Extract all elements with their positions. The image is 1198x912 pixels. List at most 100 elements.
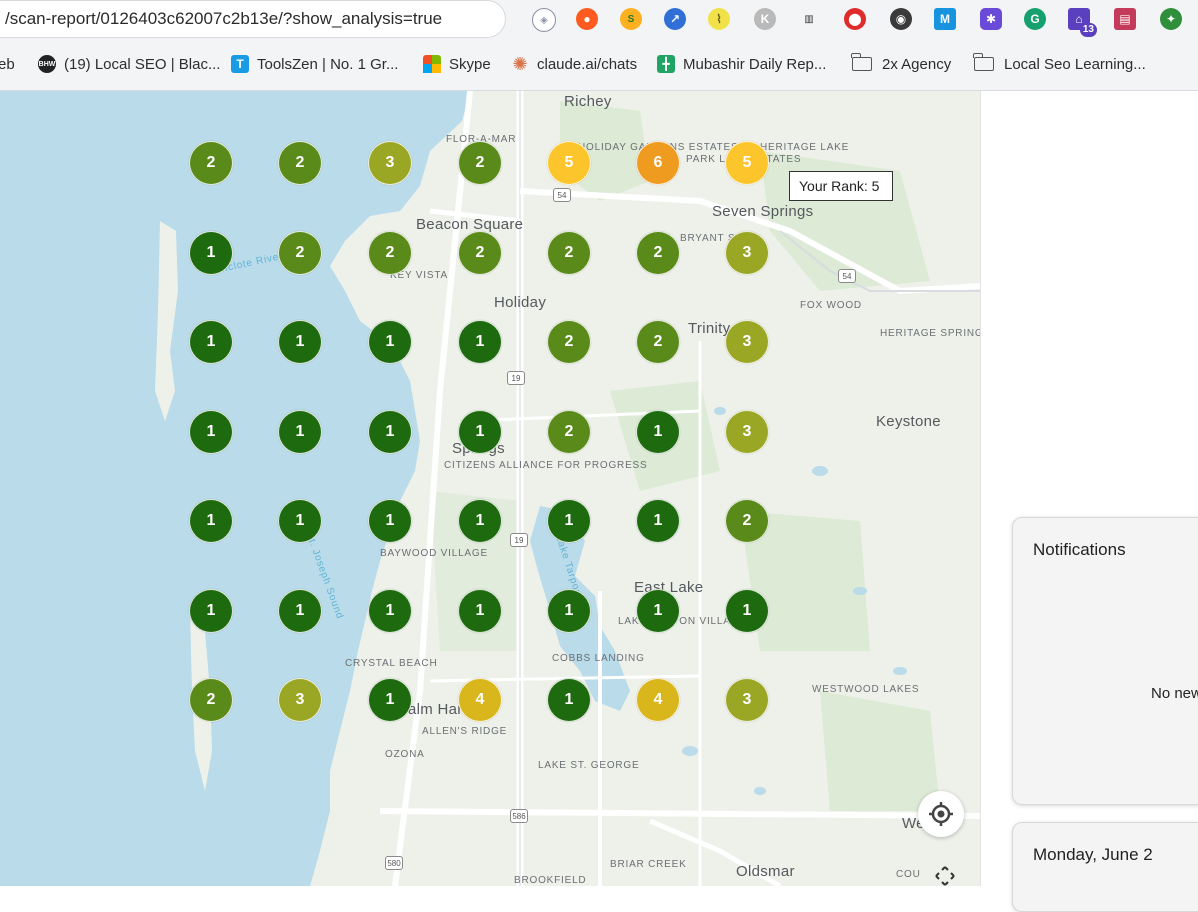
presentation-extension-icon[interactable]: ▤: [1114, 8, 1136, 30]
rank-tooltip: Your Rank: 5: [789, 171, 893, 201]
rank-marker[interactable]: 1: [547, 589, 591, 633]
place-label: WESTWOOD LAKES: [812, 684, 920, 695]
bookmark-folder[interactable]: Local Seo Learning...: [973, 53, 1146, 74]
globe-extension-icon[interactable]: ✦: [1160, 8, 1182, 30]
rank-marker[interactable]: 1: [368, 678, 412, 722]
rank-marker[interactable]: 2: [636, 231, 680, 275]
windows-logo-icon: [423, 55, 441, 73]
place-label: HERITAGE SPRINGS: [880, 328, 980, 339]
place-label: COU: [896, 869, 921, 880]
bookmark-item[interactable]: eb: [0, 54, 15, 74]
rank-marker[interactable]: 1: [278, 410, 322, 454]
reddit-extension-icon[interactable]: ●: [576, 8, 598, 30]
rank-marker[interactable]: 1: [189, 410, 233, 454]
rank-marker[interactable]: 2: [547, 410, 591, 454]
bookmark-label: 2x Agency: [882, 55, 952, 73]
rank-marker[interactable]: 3: [725, 231, 769, 275]
rank-marker[interactable]: 2: [458, 141, 502, 185]
rank-marker[interactable]: 2: [547, 320, 591, 364]
notifications-card: Notifications No new: [1012, 517, 1198, 805]
bookmark-item[interactable]: T ToolsZen | No. 1 Gr...: [231, 54, 398, 74]
rank-marker[interactable]: 2: [189, 141, 233, 185]
rank-marker[interactable]: 2: [189, 678, 233, 722]
rank-marker[interactable]: 1: [368, 589, 412, 633]
scanner-extension-icon[interactable]: ◉: [890, 8, 912, 30]
grammarly-extension-icon[interactable]: G: [1024, 8, 1046, 30]
rank-marker[interactable]: 1: [189, 589, 233, 633]
rank-marker[interactable]: 2: [368, 231, 412, 275]
place-label: alm Har: [408, 701, 463, 718]
rank-marker[interactable]: 4: [636, 678, 680, 722]
rank-marker[interactable]: 1: [636, 589, 680, 633]
rank-marker[interactable]: 1: [189, 320, 233, 364]
gear-extension-icon[interactable]: ✱: [980, 8, 1002, 30]
bookmark-item[interactable]: BHW (19) Local SEO | Blac...: [38, 54, 220, 74]
fullscreen-button[interactable]: [928, 861, 962, 886]
road-shield: 586: [510, 809, 528, 823]
road-shield: 54: [838, 269, 856, 283]
rank-marker[interactable]: 1: [368, 410, 412, 454]
rank-marker[interactable]: 2: [547, 231, 591, 275]
rank-marker[interactable]: 2: [636, 320, 680, 364]
home-extension-icon[interactable]: ⌂ 13: [1068, 8, 1097, 37]
rank-marker[interactable]: 1: [278, 499, 322, 543]
bookmark-folder[interactable]: 2x Agency: [851, 53, 952, 74]
ahrefs-extension-icon[interactable]: ▥: [798, 8, 820, 30]
rank-marker[interactable]: 3: [368, 141, 412, 185]
rank-marker[interactable]: 1: [547, 499, 591, 543]
rank-marker[interactable]: 1: [189, 231, 233, 275]
bookmark-item[interactable]: Skype: [423, 54, 491, 74]
url-text: /scan-report/0126403c62007c2b13e/?show_a…: [5, 9, 443, 28]
rank-marker[interactable]: 3: [725, 320, 769, 364]
rank-marker[interactable]: 4: [458, 678, 502, 722]
rank-marker[interactable]: 1: [278, 320, 322, 364]
rank-marker[interactable]: 5: [547, 141, 591, 185]
rank-marker[interactable]: 1: [189, 499, 233, 543]
rank-marker[interactable]: 3: [278, 678, 322, 722]
road-shield: 19: [507, 371, 525, 385]
rank-grid-map[interactable]: Richey FLOR-A-MAR HOLIDAY GARDENS ESTATE…: [0, 91, 980, 886]
k-extension-icon[interactable]: K: [754, 8, 776, 30]
bookmark-label: Mubashir Daily Rep...: [683, 55, 827, 73]
rank-marker[interactable]: 3: [725, 678, 769, 722]
rank-marker[interactable]: 2: [458, 231, 502, 275]
broom-extension-icon[interactable]: ⌇: [708, 8, 730, 30]
shield-extension-icon[interactable]: ◈: [532, 8, 556, 32]
road-shield: 580: [385, 856, 403, 870]
rank-marker[interactable]: 3: [725, 410, 769, 454]
rank-marker[interactable]: 1: [368, 320, 412, 364]
place-label: Holiday: [494, 294, 547, 311]
rank-marker[interactable]: 1: [458, 320, 502, 364]
rank-marker[interactable]: 1: [458, 499, 502, 543]
rank-marker[interactable]: 1: [458, 589, 502, 633]
place-label: CRYSTAL BEACH: [345, 658, 438, 669]
rank-marker[interactable]: 2: [278, 231, 322, 275]
rank-marker[interactable]: 2: [278, 141, 322, 185]
rank-marker[interactable]: 5: [725, 141, 769, 185]
rank-marker[interactable]: 6: [636, 141, 680, 185]
m-extension-icon[interactable]: M: [934, 8, 956, 30]
map-base-layer: [0, 91, 980, 886]
bookmark-item[interactable]: ╋ Mubashir Daily Rep...: [657, 54, 826, 74]
seo-extension-icon[interactable]: S: [620, 8, 642, 30]
rank-marker[interactable]: 1: [368, 499, 412, 543]
rank-marker[interactable]: 1: [636, 499, 680, 543]
rank-marker[interactable]: 1: [278, 589, 322, 633]
place-label: Beacon Square: [416, 216, 524, 233]
place-label: BAYWOOD VILLAGE: [380, 548, 488, 559]
address-bar[interactable]: /scan-report/0126403c62007c2b13e/?show_a…: [0, 0, 506, 38]
bookmark-item[interactable]: ✺ claude.ai/chats: [511, 54, 637, 74]
rank-marker[interactable]: 1: [725, 589, 769, 633]
folder-icon: [851, 53, 872, 71]
expand-icon: [935, 866, 955, 886]
rank-marker[interactable]: 2: [725, 499, 769, 543]
bookmark-label: Local Seo Learning...: [1004, 55, 1146, 73]
rank-marker[interactable]: 1: [636, 410, 680, 454]
rank-marker[interactable]: 1: [458, 410, 502, 454]
my-location-button[interactable]: [918, 791, 964, 837]
analytics-extension-icon[interactable]: ↗: [664, 8, 686, 30]
notifications-title: Notifications: [1033, 540, 1126, 559]
rank-marker[interactable]: 1: [547, 678, 591, 722]
location-extension-icon[interactable]: ⬤: [844, 8, 866, 30]
toolszen-icon: T: [231, 55, 249, 73]
